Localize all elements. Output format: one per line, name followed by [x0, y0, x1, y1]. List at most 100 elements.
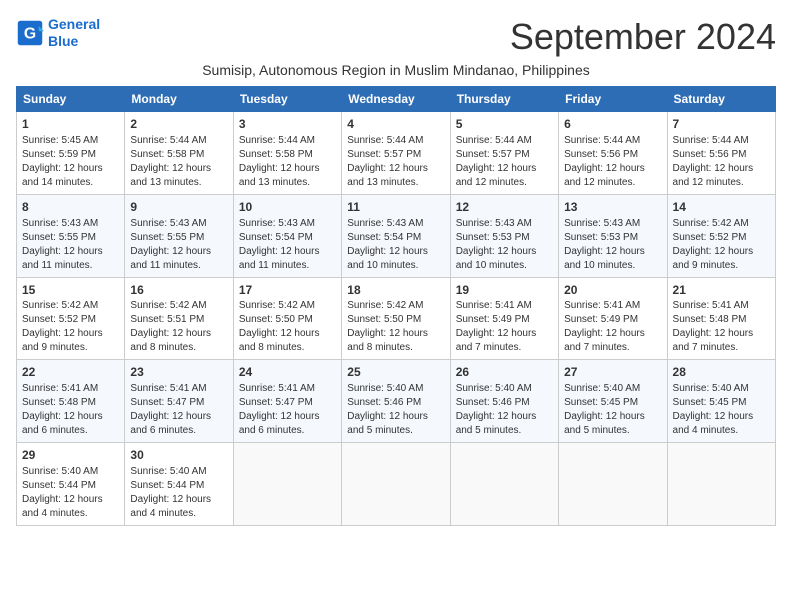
sunrise: Sunrise: 5:44 AM	[239, 135, 315, 146]
day-number: 12	[456, 199, 553, 216]
sunrise: Sunrise: 5:40 AM	[22, 466, 98, 477]
day-number: 29	[22, 447, 119, 464]
sunset: Sunset: 5:44 PM	[22, 480, 96, 491]
daylight: Daylight: 12 hours and 5 minutes.	[456, 411, 537, 436]
logo: G General Blue	[16, 16, 100, 50]
daylight: Daylight: 12 hours and 10 minutes.	[456, 246, 537, 271]
calendar-cell	[342, 443, 450, 526]
day-number: 25	[347, 364, 444, 381]
calendar-cell: 29 Sunrise: 5:40 AM Sunset: 5:44 PM Dayligh…	[17, 443, 125, 526]
sunrise: Sunrise: 5:41 AM	[22, 383, 98, 394]
daylight: Daylight: 12 hours and 9 minutes.	[22, 328, 103, 353]
day-number: 16	[130, 282, 227, 299]
sunrise: Sunrise: 5:44 AM	[347, 135, 423, 146]
daylight: Daylight: 12 hours and 13 minutes.	[239, 163, 320, 188]
daylight: Daylight: 12 hours and 5 minutes.	[347, 411, 428, 436]
daylight: Daylight: 12 hours and 14 minutes.	[22, 163, 103, 188]
calendar-cell: 1Sunrise: 5:45 AMSunset: 5:59 PMDaylight…	[17, 112, 125, 195]
calendar-subtitle: Sumisip, Autonomous Region in Muslim Min…	[16, 62, 776, 78]
sunrise: Sunrise: 5:43 AM	[347, 218, 423, 229]
sunset: Sunset: 5:45 PM	[673, 397, 747, 408]
sunrise: Sunrise: 5:44 AM	[673, 135, 749, 146]
daylight: Daylight: 12 hours and 8 minutes.	[239, 328, 320, 353]
sunrise: Sunrise: 5:43 AM	[456, 218, 532, 229]
sunset: Sunset: 5:48 PM	[22, 397, 96, 408]
day-number: 7	[673, 116, 770, 133]
day-number: 4	[347, 116, 444, 133]
sunset: Sunset: 5:52 PM	[673, 232, 747, 243]
daylight: Daylight: 12 hours and 6 minutes.	[22, 411, 103, 436]
header-thursday: Thursday	[450, 87, 558, 112]
daylight: Daylight: 12 hours and 12 minutes.	[564, 163, 645, 188]
header-saturday: Saturday	[667, 87, 775, 112]
day-number: 2	[130, 116, 227, 133]
day-number: 9	[130, 199, 227, 216]
day-number: 3	[239, 116, 336, 133]
calendar-cell: 19Sunrise: 5:41 AMSunset: 5:49 PMDayligh…	[450, 277, 558, 360]
calendar-cell: 25Sunrise: 5:40 AMSunset: 5:46 PMDayligh…	[342, 360, 450, 443]
calendar-cell	[450, 443, 558, 526]
daylight: Daylight: 12 hours and 11 minutes.	[239, 246, 320, 271]
sunset: Sunset: 5:52 PM	[22, 314, 96, 325]
daylight: Daylight: 12 hours and 4 minutes.	[22, 494, 103, 519]
sunset: Sunset: 5:51 PM	[130, 314, 204, 325]
calendar-cell: 12Sunrise: 5:43 AMSunset: 5:53 PMDayligh…	[450, 194, 558, 277]
sunset: Sunset: 5:46 PM	[347, 397, 421, 408]
sunrise: Sunrise: 5:42 AM	[673, 218, 749, 229]
logo-line1: General	[48, 16, 100, 32]
daylight: Daylight: 12 hours and 5 minutes.	[564, 411, 645, 436]
day-number: 26	[456, 364, 553, 381]
sunrise: Sunrise: 5:43 AM	[564, 218, 640, 229]
calendar-cell: 22Sunrise: 5:41 AMSunset: 5:48 PMDayligh…	[17, 360, 125, 443]
day-number: 13	[564, 199, 661, 216]
week-row-3: 15Sunrise: 5:42 AMSunset: 5:52 PMDayligh…	[17, 277, 776, 360]
calendar-cell: 10Sunrise: 5:43 AMSunset: 5:54 PMDayligh…	[233, 194, 341, 277]
week-row-4: 22Sunrise: 5:41 AMSunset: 5:48 PMDayligh…	[17, 360, 776, 443]
daylight: Daylight: 12 hours and 7 minutes.	[673, 328, 754, 353]
sunset: Sunset: 5:45 PM	[564, 397, 638, 408]
sunrise: Sunrise: 5:40 AM	[673, 383, 749, 394]
calendar-cell	[233, 443, 341, 526]
sunset: Sunset: 5:56 PM	[564, 149, 638, 160]
calendar-cell: 11Sunrise: 5:43 AMSunset: 5:54 PMDayligh…	[342, 194, 450, 277]
calendar-cell: 24Sunrise: 5:41 AMSunset: 5:47 PMDayligh…	[233, 360, 341, 443]
calendar-cell	[559, 443, 667, 526]
daylight: Daylight: 12 hours and 12 minutes.	[673, 163, 754, 188]
sunset: Sunset: 5:58 PM	[239, 149, 313, 160]
header-row: SundayMondayTuesdayWednesdayThursdayFrid…	[17, 87, 776, 112]
calendar-cell: 28Sunrise: 5:40 AMSunset: 5:45 PMDayligh…	[667, 360, 775, 443]
calendar-cell: 6Sunrise: 5:44 AMSunset: 5:56 PMDaylight…	[559, 112, 667, 195]
logo-icon: G	[16, 19, 44, 47]
sunrise: Sunrise: 5:43 AM	[22, 218, 98, 229]
sunrise: Sunrise: 5:42 AM	[130, 300, 206, 311]
sunrise: Sunrise: 5:41 AM	[456, 300, 532, 311]
day-number: 19	[456, 282, 553, 299]
calendar-cell: 15Sunrise: 5:42 AMSunset: 5:52 PMDayligh…	[17, 277, 125, 360]
daylight: Daylight: 12 hours and 6 minutes.	[239, 411, 320, 436]
sunset: Sunset: 5:55 PM	[22, 232, 96, 243]
sunset: Sunset: 5:54 PM	[347, 232, 421, 243]
day-number: 21	[673, 282, 770, 299]
calendar-cell: 8Sunrise: 5:43 AMSunset: 5:55 PMDaylight…	[17, 194, 125, 277]
daylight: Daylight: 12 hours and 7 minutes.	[564, 328, 645, 353]
sunrise: Sunrise: 5:42 AM	[22, 300, 98, 311]
logo-line2: Blue	[48, 33, 78, 49]
calendar-table: SundayMondayTuesdayWednesdayThursdayFrid…	[16, 86, 776, 526]
day-number: 20	[564, 282, 661, 299]
daylight: Daylight: 12 hours and 8 minutes.	[347, 328, 428, 353]
sunrise: Sunrise: 5:40 AM	[456, 383, 532, 394]
day-number: 8	[22, 199, 119, 216]
sunrise: Sunrise: 5:44 AM	[564, 135, 640, 146]
daylight: Daylight: 12 hours and 10 minutes.	[347, 246, 428, 271]
sunrise: Sunrise: 5:45 AM	[22, 135, 98, 146]
sunrise: Sunrise: 5:40 AM	[130, 466, 206, 477]
sunset: Sunset: 5:55 PM	[130, 232, 204, 243]
sunrise: Sunrise: 5:40 AM	[564, 383, 640, 394]
sunrise: Sunrise: 5:42 AM	[347, 300, 423, 311]
sunset: Sunset: 5:57 PM	[456, 149, 530, 160]
calendar-cell: 20Sunrise: 5:41 AMSunset: 5:49 PMDayligh…	[559, 277, 667, 360]
sunset: Sunset: 5:54 PM	[239, 232, 313, 243]
daylight: Daylight: 12 hours and 4 minutes.	[673, 411, 754, 436]
sunset: Sunset: 5:56 PM	[673, 149, 747, 160]
calendar-cell: 7 Sunrise: 5:44 AM Sunset: 5:56 PM Daylight…	[667, 112, 775, 195]
